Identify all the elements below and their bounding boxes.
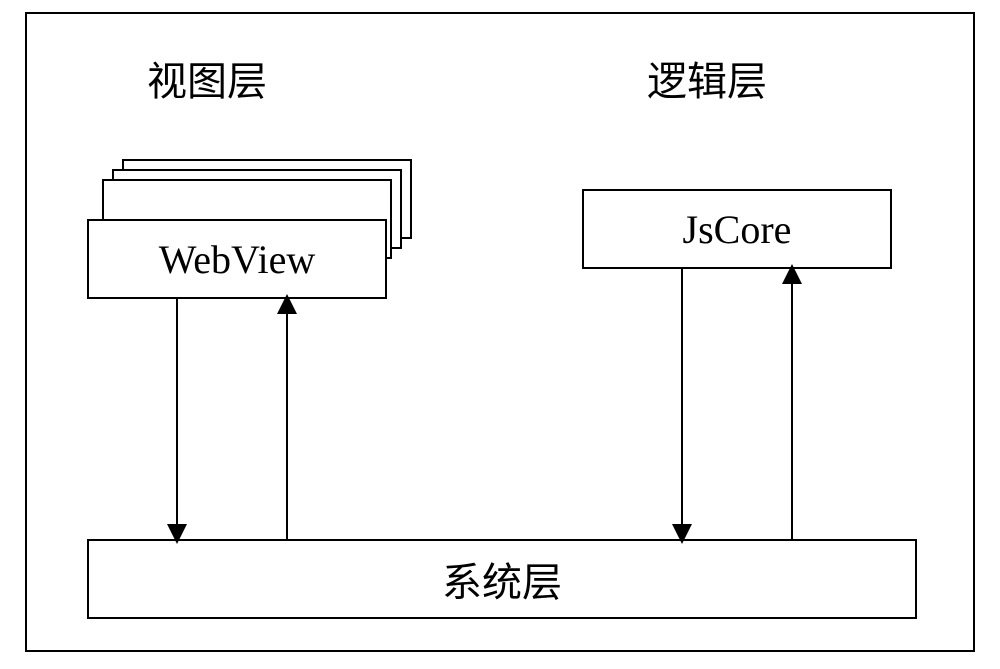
arrow-system-to-webview — [277, 299, 297, 539]
arrow-system-to-jscore — [782, 269, 802, 539]
webview-box: WebView — [87, 219, 387, 299]
arrow-jscore-to-system — [672, 269, 692, 539]
outer-frame: 视图层 逻辑层 WebView JsCore 系统层 — [25, 12, 975, 652]
diagram-canvas: 视图层 逻辑层 WebView JsCore 系统层 — [0, 0, 1000, 669]
jscore-box: JsCore — [582, 189, 892, 269]
system-layer-box: 系统层 — [87, 539, 917, 619]
heading-view-layer: 视图层 — [147, 49, 267, 107]
arrow-webview-to-system — [167, 299, 187, 539]
heading-logic-layer: 逻辑层 — [647, 49, 767, 107]
